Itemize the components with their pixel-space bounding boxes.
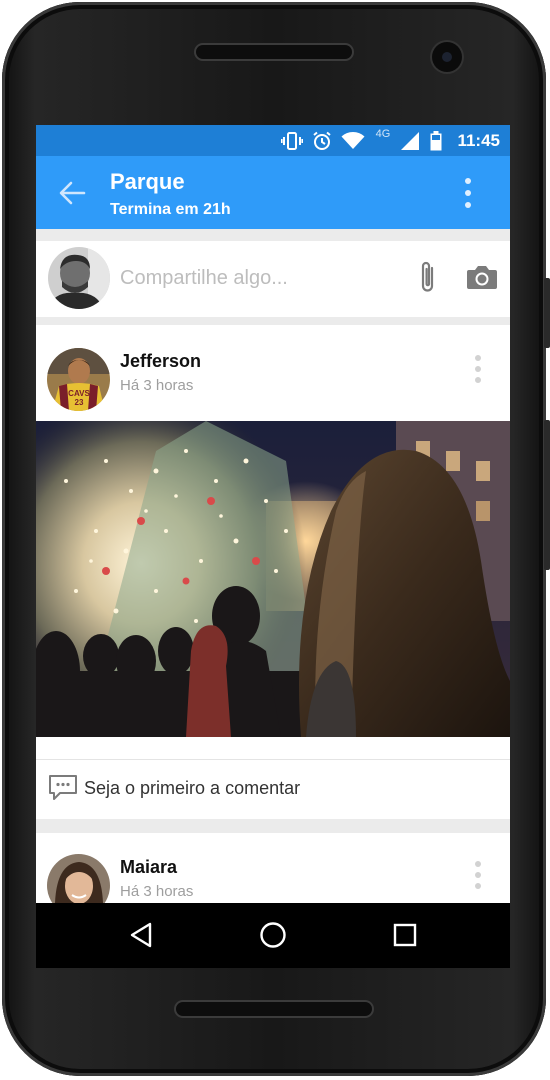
post-card: CAVS 23 Jefferson Há 3 horas Seja o prim… [36,325,510,819]
attach-icon[interactable] [416,260,440,296]
status-time: 11:45 [457,130,500,150]
post-time: Há 3 horas [120,377,194,394]
author-avatar[interactable]: CAVS 23 [47,348,110,411]
wifi-icon [339,125,367,156]
post-composer [36,241,510,317]
recents-square-icon[interactable] [390,920,420,950]
front-camera [432,42,462,72]
screen: 4G 11:45 Parque Termina em 21h Compartil… [36,125,510,968]
status-bar: 4G 11:45 [36,125,510,156]
network-type: 4G [375,127,391,140]
post-more-icon[interactable] [468,859,488,891]
post-photo[interactable] [36,421,510,737]
camera-icon[interactable] [466,263,498,291]
earpiece-speaker [196,45,352,59]
post-author[interactable]: Jefferson [120,351,201,372]
signal-icon [398,125,422,156]
vibrate-icon [280,125,304,156]
volume-button [544,278,550,348]
alarm-icon [310,125,334,156]
svg-text:23: 23 [75,398,84,407]
back-triangle-icon[interactable] [126,920,156,950]
page-subtitle: Termina em 21h [110,201,231,218]
svg-text:CAVS: CAVS [68,389,90,398]
comment-prompt[interactable]: Seja o primeiro a comentar [84,778,300,799]
back-arrow-icon[interactable] [58,180,86,206]
post-time: Há 3 horas [120,883,194,900]
nav-bar [36,903,510,968]
app-bar: Parque Termina em 21h [36,156,510,229]
share-input[interactable] [120,261,390,295]
page-title: Parque [110,169,185,194]
post-more-icon[interactable] [468,353,488,385]
battery-icon [428,125,444,156]
bottom-speaker [176,1002,372,1016]
post-author[interactable]: Maiara [120,857,177,878]
home-circle-icon[interactable] [258,920,288,950]
comment-bar[interactable]: Seja o primeiro a comentar [36,759,510,820]
comment-icon [48,774,78,802]
current-user-avatar[interactable] [48,247,110,309]
power-button [544,420,550,570]
more-vert-icon[interactable] [456,176,480,210]
